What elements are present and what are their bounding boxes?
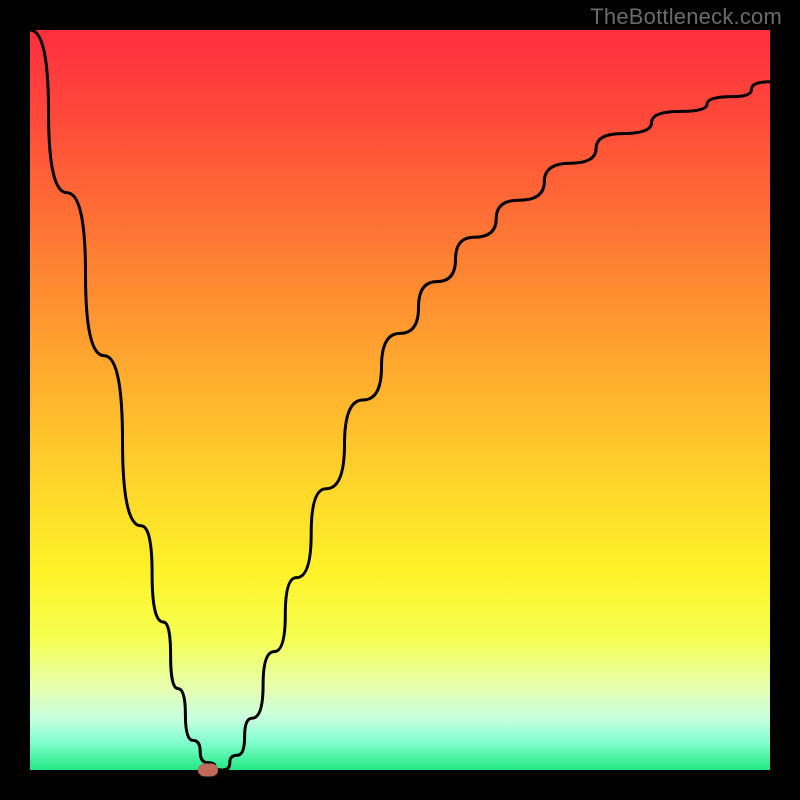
watermark-text: TheBottleneck.com [590, 4, 782, 30]
chart-frame: TheBottleneck.com [0, 0, 800, 800]
minimum-marker [198, 764, 218, 777]
curve-path [30, 30, 770, 770]
plot-area [30, 30, 770, 770]
bottleneck-curve [30, 30, 770, 770]
